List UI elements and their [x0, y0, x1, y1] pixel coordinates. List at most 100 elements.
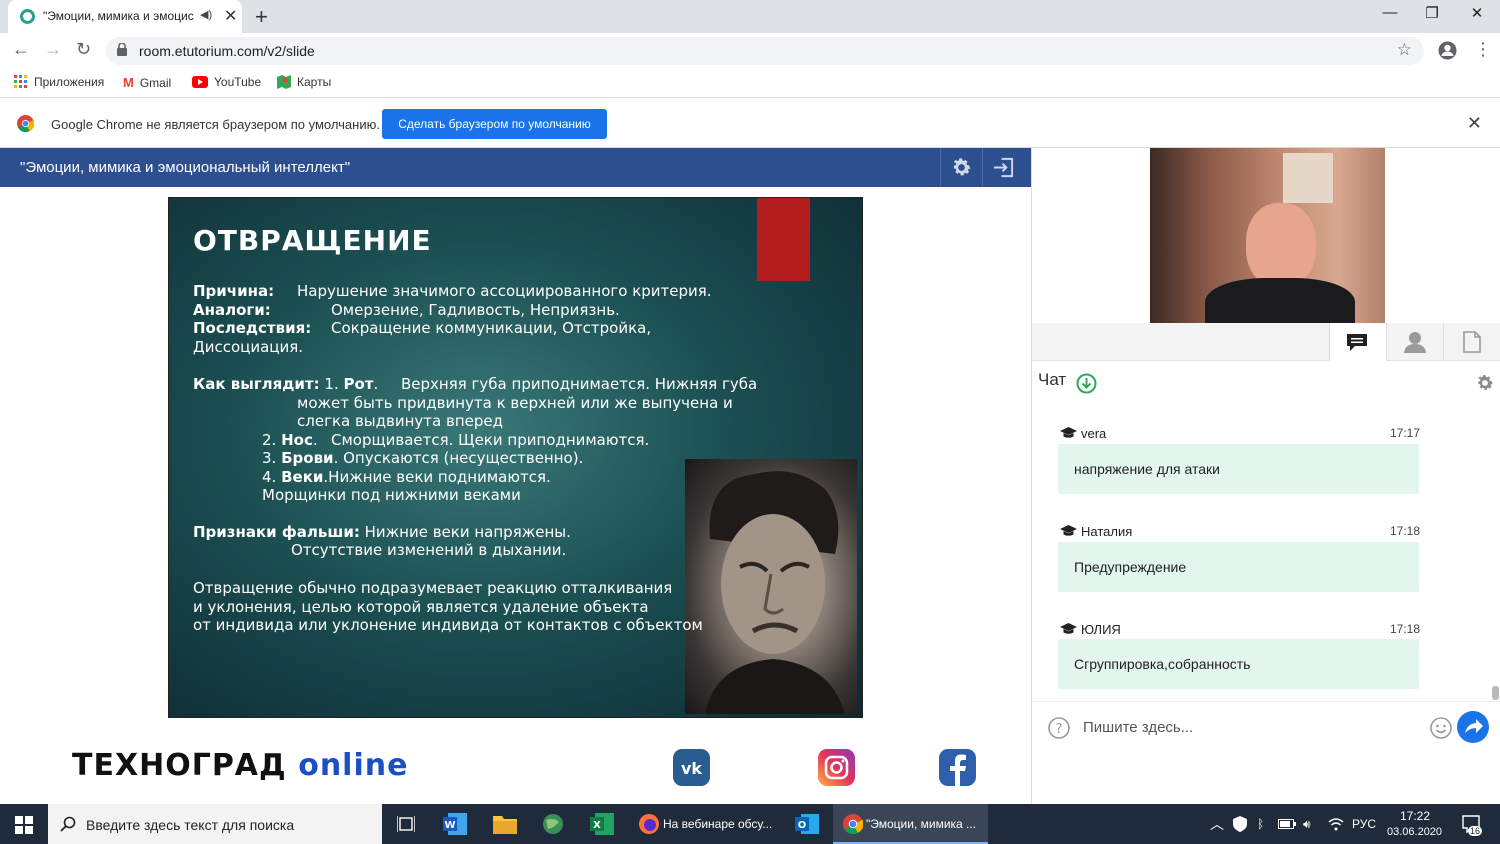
message-bubble: напряжение для атаки — [1058, 444, 1419, 494]
consequences-text-2: Диссоциация. — [193, 338, 304, 356]
message-time: 17:18 — [1390, 524, 1421, 538]
tab-title: "Эмоции, мимика и эмоцис — [43, 9, 194, 23]
brows-text: . Опускаются (несущественно). — [333, 449, 584, 467]
reload-icon[interactable]: ↻ — [76, 39, 91, 60]
instagram-icon — [818, 749, 855, 786]
minimize-button[interactable]: — — [1370, 4, 1410, 21]
slide-line-cause: Причина: — [193, 282, 274, 300]
taskbar-app-label: "Эмоции, мимика ... — [866, 817, 977, 831]
tab-strip: "Эмоции, мимика и эмоцис ◀) ✕ + — ❐ ✕ — [0, 0, 1500, 33]
file-explorer-icon[interactable] — [493, 814, 517, 834]
slide-line-analogs: Аналоги: — [193, 301, 271, 319]
bookmark-youtube[interactable]: YouTube — [192, 75, 261, 89]
message-time: 17:17 — [1390, 426, 1421, 440]
message-text: Предупреждение — [1074, 559, 1187, 575]
clock-time[interactable]: 17:22 — [1400, 809, 1430, 823]
maximize-button[interactable]: ❐ — [1412, 4, 1452, 22]
message-user: vera — [1081, 426, 1107, 441]
security-shield-icon[interactable] — [1233, 816, 1247, 832]
bookmark-star-icon[interactable]: ☆ — [1397, 40, 1412, 60]
chrome-logo-icon — [17, 115, 34, 132]
document-icon — [1463, 331, 1481, 353]
battery-icon[interactable] — [1278, 819, 1296, 829]
nose-label: Нос — [281, 431, 313, 449]
profile-icon[interactable] — [1438, 41, 1457, 60]
graduation-cap-icon — [1060, 525, 1077, 536]
volume-icon[interactable]: 🔊︎ — [1303, 817, 1311, 832]
gmail-icon: M — [123, 75, 134, 90]
slide-line-looks: Как выглядит: 1. Рот. — [193, 375, 379, 393]
search-input[interactable]: Введите здесь текст для поиска — [86, 817, 294, 833]
taskbar-search[interactable]: Введите здесь текст для поиска — [48, 804, 382, 844]
svg-text:W: W — [444, 820, 455, 831]
clock-date[interactable]: 03.06.2020 — [1387, 826, 1442, 838]
close-infobar-icon[interactable]: ✕ — [1467, 113, 1482, 134]
bookmark-maps[interactable]: Карты — [277, 75, 331, 89]
wall-poster — [1283, 153, 1333, 203]
download-icon[interactable] — [1076, 373, 1097, 394]
facebook-link[interactable] — [939, 749, 976, 786]
chat-input[interactable]: Пишите здесь... — [1083, 719, 1193, 736]
browser-tab[interactable]: "Эмоции, мимика и эмоцис ◀) ✕ — [8, 0, 242, 33]
forward-icon[interactable]: → — [44, 39, 62, 60]
wifi-icon[interactable] — [1328, 818, 1344, 831]
svg-text:O: O — [798, 820, 807, 831]
bluetooth-icon[interactable]: ᛒ — [1257, 817, 1264, 831]
task-view-icon[interactable] — [397, 816, 415, 832]
vk-icon: vk — [673, 749, 710, 786]
excel-icon[interactable]: X — [590, 813, 614, 835]
graduation-cap-icon — [1060, 623, 1077, 634]
exit-button[interactable] — [982, 148, 1022, 187]
instagram-link[interactable] — [818, 749, 855, 786]
set-default-browser-button[interactable]: Сделать браузером по умолчанию — [382, 109, 607, 139]
slide-decoration — [757, 198, 810, 281]
help-icon[interactable]: ? — [1048, 717, 1070, 739]
gear-icon — [953, 158, 971, 176]
chat-scrollbar[interactable] — [1492, 686, 1499, 700]
close-window-button[interactable]: ✕ — [1457, 4, 1497, 22]
lids-label: Веки — [281, 468, 324, 486]
close-tab-icon[interactable]: ✕ — [224, 6, 237, 26]
new-tab-button[interactable]: + — [255, 4, 268, 30]
search-icon — [60, 816, 76, 832]
bookmark-label: Приложения — [34, 75, 105, 89]
show-hidden-icons-icon[interactable]: ︿ — [1210, 814, 1224, 834]
bookmark-gmail[interactable]: M Gmail — [123, 75, 171, 90]
language-indicator[interactable]: РУС — [1352, 817, 1376, 831]
default-browser-infobar: Google Chrome не является браузером по у… — [0, 99, 1500, 148]
chat-settings-icon[interactable] — [1475, 373, 1495, 393]
consequences-text: Сокращение коммуникации, Отстройка, — [331, 319, 652, 337]
windows-start-icon[interactable] — [15, 816, 33, 834]
settings-button[interactable] — [940, 148, 980, 187]
maps-icon — [277, 75, 291, 89]
outlook-icon[interactable]: O — [795, 814, 819, 834]
address-bar[interactable]: room.etutorium.com/v2/slide ☆ — [106, 37, 1424, 65]
send-icon[interactable] — [1457, 711, 1489, 743]
site-favicon-icon — [20, 9, 35, 24]
taskbar-app-chrome[interactable]: "Эмоции, мимика ... — [833, 804, 988, 844]
word-icon[interactable]: W — [443, 813, 467, 835]
mouth-num: 1. — [324, 375, 339, 393]
tab-participants[interactable] — [1386, 323, 1443, 361]
nose-text: Сморщивается. Щеки приподнимаются. — [331, 431, 650, 449]
analogs-text: Омерзение, Гадливость, Неприязнь. — [331, 301, 620, 319]
tab-chat[interactable] — [1329, 323, 1386, 361]
brand-name: ТЕХНОГРАД — [72, 748, 287, 783]
url-text: room.etutorium.com/v2/slide — [139, 43, 315, 59]
vk-link[interactable]: vk — [673, 749, 710, 786]
mouth-label: Рот — [343, 375, 374, 393]
globe-app-icon[interactable] — [542, 813, 564, 835]
navigation-bar: ← → ↻ room.etutorium.com/v2/slide ☆ ⋮ — [0, 33, 1500, 68]
menu-dots-icon[interactable]: ⋮ — [1474, 39, 1492, 60]
bookmark-apps[interactable]: Приложения — [14, 75, 104, 89]
message-text: напряжение для атаки — [1074, 461, 1220, 477]
back-icon[interactable]: ← — [12, 39, 30, 60]
facebook-icon — [939, 749, 976, 786]
speaker-icon[interactable]: ◀) — [200, 8, 212, 21]
tab-files[interactable] — [1443, 323, 1500, 361]
false-text-2: Отсутствие изменений в дыхании. — [291, 541, 567, 559]
message-bubble: Предупреждение — [1058, 542, 1419, 592]
slide-line-brows: 3. Брови. Опускаются (несущественно). — [262, 449, 583, 467]
false-label: Признаки фальши: — [193, 523, 360, 541]
emoji-icon[interactable] — [1430, 717, 1452, 739]
